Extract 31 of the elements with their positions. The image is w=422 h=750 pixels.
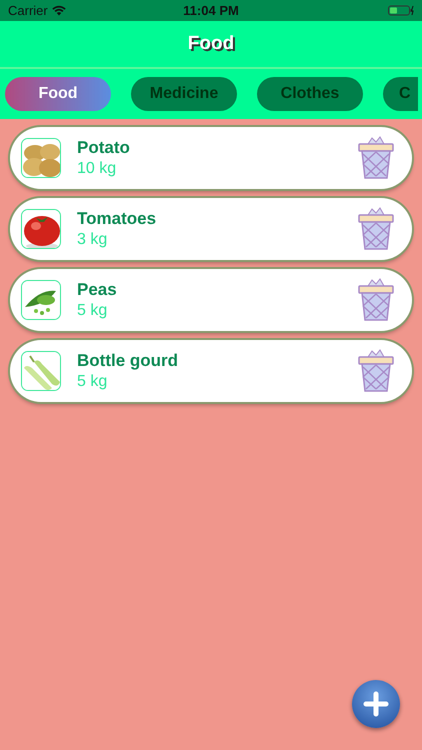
trash-can-icon <box>358 207 394 251</box>
carrier-label: Carrier <box>8 2 48 20</box>
item-quantity: 3 kg <box>77 230 108 249</box>
plus-icon <box>363 691 389 717</box>
item-name: Peas <box>77 280 118 301</box>
delete-button[interactable] <box>358 136 394 180</box>
trash-can-icon <box>358 349 394 393</box>
category-tab[interactable]: Clothes <box>257 77 363 111</box>
delete-button[interactable] <box>358 207 394 251</box>
item-card[interactable]: Bottle gourd 5 kg <box>10 340 412 402</box>
screen-title: Food <box>188 32 234 56</box>
category-tab[interactable]: Medicine <box>131 77 237 111</box>
item-name: Potato <box>77 138 131 159</box>
battery-icon <box>388 5 414 16</box>
item-name: Tomatoes <box>77 209 158 230</box>
item-name: Bottle gourd <box>77 351 180 372</box>
clock: 11:04 PM <box>183 2 239 20</box>
item-quantity: 5 kg <box>77 372 108 391</box>
delete-button[interactable] <box>358 349 394 393</box>
trash-can-icon <box>358 278 394 322</box>
category-tab[interactable]: Food <box>5 77 111 111</box>
category-tab[interactable]: C <box>383 77 418 111</box>
trash-can-icon <box>358 136 394 180</box>
item-card[interactable]: Potato 10 kg <box>10 127 412 189</box>
item-card[interactable]: Tomatoes 3 kg <box>10 198 412 260</box>
item-card[interactable]: Peas 5 kg <box>10 269 412 331</box>
add-button[interactable] <box>352 680 400 728</box>
wifi-icon <box>52 5 66 16</box>
delete-button[interactable] <box>358 278 394 322</box>
item-quantity: 5 kg <box>77 300 108 320</box>
item-quantity: 10 kg <box>77 158 118 178</box>
